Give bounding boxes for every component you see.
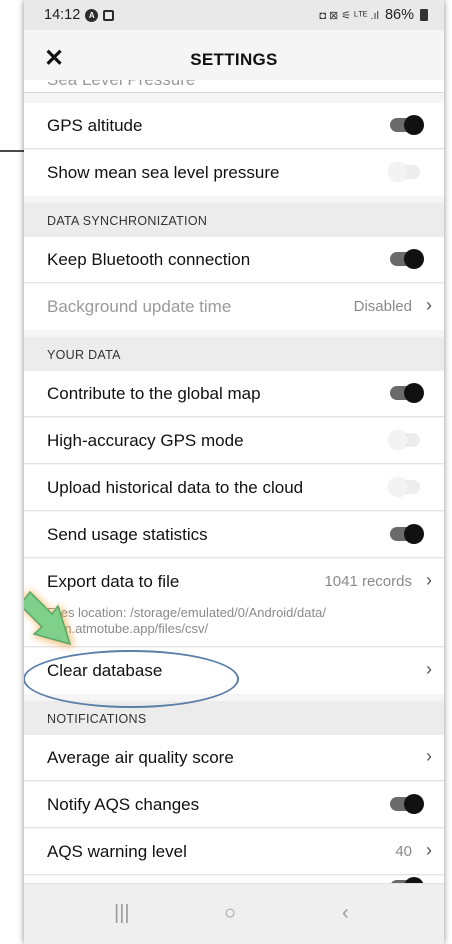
divider [24,148,444,149]
divider [24,874,444,875]
chevron-right-icon: › [426,570,432,590]
setting-label: Send usage statistics [47,525,208,544]
section-header-label: NOTIFICATIONS [47,712,147,726]
toggle-knob [388,162,408,182]
toggle-knob [388,430,408,450]
status-time-group: 14:12 A [44,7,115,23]
divider [24,557,444,558]
setting-label: GPS altitude [47,116,143,135]
android-nav-bar: ||| ○ ‹ [24,883,444,944]
setting-label: Average air quality score [47,748,234,767]
phone-screen: 14:12 A ◘ ⊠ ⚟ ᴸᵀᴱ .ıl 86% ✕ SETTINGS Sea… [24,0,444,944]
recents-button[interactable]: ||| [114,902,130,925]
setting-label: Keep Bluetooth connection [47,250,251,269]
toggle-knob [404,794,424,814]
setting-mean-sea-level[interactable]: Show mean sea level pressure [24,150,444,196]
divider [24,510,444,511]
export-records-count: 1041 records [324,573,412,590]
autostart-icon: A [85,8,99,22]
setting-upload-historical[interactable]: Upload historical data to the cloud [24,465,444,511]
divider [24,827,444,828]
battery-percent: 86% [384,7,414,23]
toggle-knob [404,524,424,544]
background-update-value: Disabled [353,298,412,315]
setting-label: High-accuracy GPS mode [47,431,244,450]
divider [24,780,444,781]
high-accuracy-gps-toggle[interactable] [388,430,420,450]
highlight-ellipse [24,650,239,708]
upload-historical-toggle[interactable] [388,477,420,497]
divider [24,282,444,283]
keep-bluetooth-toggle[interactable] [390,249,424,269]
setting-notify-aqs[interactable]: Notify AQS changes [24,782,444,828]
gps-altitude-toggle[interactable] [390,115,424,135]
page-title: SETTINGS [190,50,278,69]
battery-icon [420,9,428,21]
status-time: 14:12 [44,7,81,23]
toggle-knob [404,383,424,403]
setting-label: Upload historical data to the cloud [47,478,304,497]
section-header-your-data: YOUR DATA [24,337,444,371]
setting-label: Contribute to the global map [47,384,261,403]
toggle-knob [388,477,408,497]
divider [24,416,444,417]
status-right-group: ◘ ⊠ ⚟ ᴸᵀᴱ .ıl 86% [319,7,428,23]
section-header-notifications: NOTIFICATIONS [24,701,444,735]
home-button[interactable]: ○ [224,902,236,925]
setting-label: AQS warning level [47,842,187,861]
setting-contribute-map[interactable]: Contribute to the global map [24,371,444,417]
setting-aqs-warning[interactable]: AQS warning level 40 › [24,829,444,875]
usage-stats-toggle[interactable] [390,524,424,544]
aqs-warning-value: 40 [395,843,412,860]
gallery-icon [103,9,115,21]
setting-average-air-quality[interactable]: Average air quality score › [24,735,444,781]
toggle-knob [404,249,424,269]
section-header-label: DATA SYNCHRONIZATION [47,214,208,228]
mean-sea-level-toggle[interactable] [388,162,420,182]
section-header-label: YOUR DATA [47,348,121,362]
back-button[interactable]: ‹ [342,902,349,925]
annotation-arrow-icon [24,590,74,648]
setting-high-accuracy-gps[interactable]: High-accuracy GPS mode [24,418,444,464]
chevron-right-icon: › [426,659,432,679]
chevron-right-icon: › [426,840,432,860]
setting-background-update[interactable]: Background update time Disabled › [24,284,444,330]
chevron-right-icon: › [426,746,432,766]
chevron-right-icon: › [426,295,432,315]
setting-label: Show mean sea level pressure [47,163,280,182]
status-bar: 14:12 A ◘ ⊠ ⚟ ᴸᵀᴱ .ıl 86% [24,0,444,30]
partially-hidden-row: Sea Level Pressure [24,80,444,92]
setting-gps-altitude[interactable]: GPS altitude [24,103,444,149]
notify-aqs-toggle[interactable] [390,794,424,814]
partially-hidden-label: Sea Level Pressure [47,80,195,90]
setting-usage-stats[interactable]: Send usage statistics [24,512,444,558]
files-location-text: Files location: /storage/emulated/0/Andr… [47,605,326,636]
setting-keep-bluetooth[interactable]: Keep Bluetooth connection [24,237,444,283]
signal-icons: ◘ ⊠ ⚟ ᴸᵀᴱ .ıl [319,9,379,22]
contribute-map-toggle[interactable] [390,383,424,403]
toggle-knob [404,115,424,135]
setting-label: Background update time [47,297,232,316]
divider [24,463,444,464]
section-header-data-sync: DATA SYNCHRONIZATION [24,203,444,237]
setting-label: Notify AQS changes [47,795,200,814]
